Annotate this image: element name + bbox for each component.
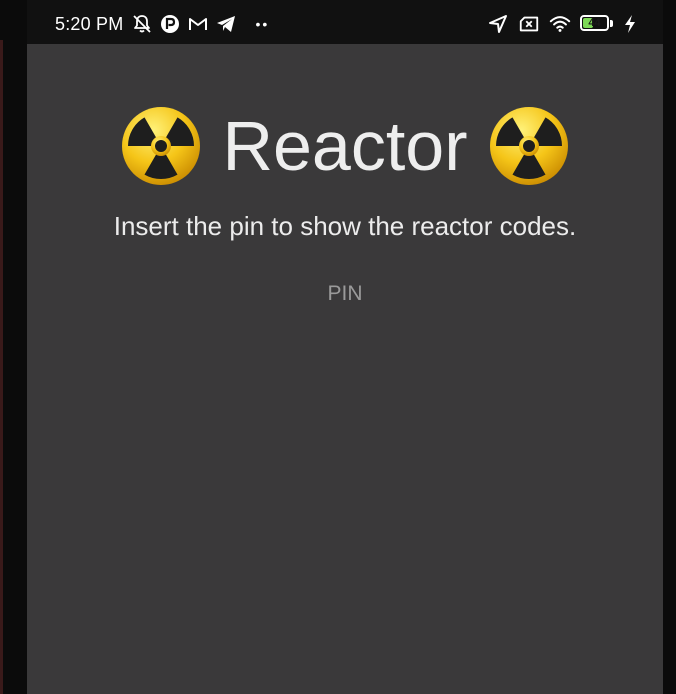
no-sim-icon <box>518 13 540 35</box>
status-bar-left: 5:20 PM •• <box>55 12 273 36</box>
battery-level: 44 <box>588 17 601 29</box>
status-time: 5:20 PM <box>55 13 124 34</box>
device-edge <box>0 40 3 694</box>
instruction-text: Insert the pin to show the reactor codes… <box>113 211 577 241</box>
app-screen: 5:20 PM •• 44 Reactor Insert the pin to … <box>27 0 663 694</box>
overflow-dots: •• <box>255 16 270 32</box>
app-p-icon <box>159 13 181 35</box>
device-frame: 5:20 PM •• 44 Reactor Insert the pin to … <box>0 0 676 694</box>
pin-input[interactable] <box>245 274 445 314</box>
radiation-icon <box>120 105 202 187</box>
battery-tip <box>610 20 613 27</box>
battery-icon: 44 <box>580 15 614 33</box>
page-title: Reactor <box>222 107 468 185</box>
charging-bolt-icon <box>623 13 637 35</box>
location-arrow-icon <box>487 13 509 35</box>
wifi-icon <box>549 13 571 35</box>
status-bar-right: 44 <box>487 12 637 36</box>
title-row: Reactor <box>27 98 663 194</box>
muted-bell-icon <box>131 13 153 35</box>
gmail-icon <box>187 13 209 35</box>
radiation-icon <box>488 105 570 187</box>
telegram-icon <box>215 13 237 35</box>
status-bar: 5:20 PM •• 44 <box>27 0 663 44</box>
